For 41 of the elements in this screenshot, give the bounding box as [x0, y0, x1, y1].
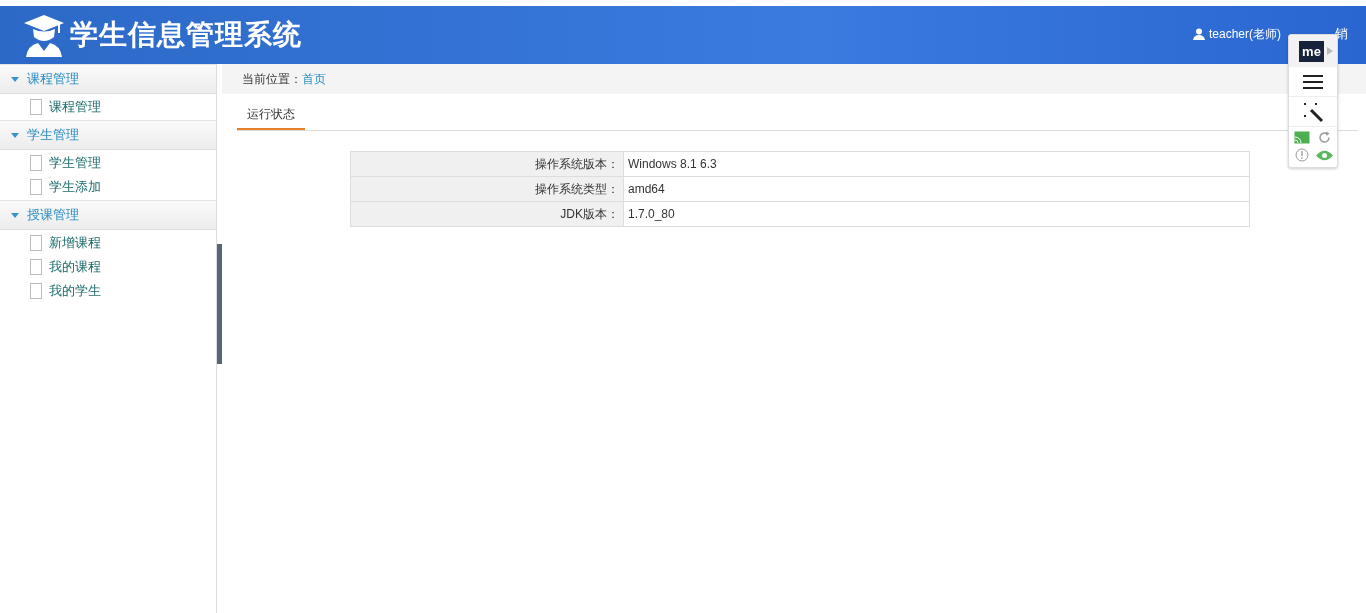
- cast-icon[interactable]: [1294, 131, 1310, 144]
- tab[interactable]: 运行状态: [237, 100, 305, 130]
- table-cell: Windows 8.1 6.3: [623, 151, 1250, 177]
- table-cell: JDK版本：: [350, 201, 624, 227]
- eye-icon[interactable]: [1315, 149, 1333, 161]
- document-icon: [30, 235, 42, 251]
- magic-wand-icon[interactable]: [1302, 100, 1324, 123]
- table-cell: 1.7.0_80: [623, 201, 1250, 227]
- table-cell: 操作系统版本：: [350, 151, 624, 177]
- logout-link[interactable]: 销: [1335, 25, 1348, 43]
- table-cell: 操作系统类型：: [350, 176, 624, 202]
- refresh-icon[interactable]: [1317, 131, 1331, 144]
- sidebar-item[interactable]: 我的学生: [49, 282, 101, 300]
- user-name: teacher(老师): [1208, 25, 1281, 43]
- caret-icon: [11, 212, 19, 218]
- sidebar-item[interactable]: 新增课程: [49, 234, 101, 252]
- app-title: 学生信息管理系统: [70, 18, 302, 52]
- document-icon: [30, 99, 42, 115]
- play-icon[interactable]: [1326, 47, 1333, 55]
- breadcrumb-label: 当前位置：: [242, 70, 302, 88]
- sidebar-group[interactable]: 课程管理: [0, 64, 216, 94]
- breadcrumb-link[interactable]: 首页: [302, 70, 326, 88]
- sidebar-item[interactable]: 我的课程: [49, 258, 101, 276]
- sidebar-item[interactable]: 课程管理: [49, 98, 101, 116]
- document-icon: [30, 259, 42, 275]
- student-avatar-icon: [22, 13, 66, 57]
- caret-icon: [11, 132, 19, 138]
- extension-logo[interactable]: me: [1299, 40, 1324, 62]
- document-icon: [30, 179, 42, 195]
- document-icon: [30, 155, 42, 171]
- splitter-handle[interactable]: [217, 243, 222, 364]
- caret-icon: [11, 76, 19, 82]
- sidebar-item[interactable]: 学生管理: [49, 154, 101, 172]
- document-icon: [30, 283, 42, 299]
- alert-icon[interactable]: [1295, 148, 1309, 162]
- table-cell: amd64: [623, 176, 1250, 202]
- menu-icon[interactable]: [1303, 74, 1323, 89]
- sidebar-group[interactable]: 授课管理: [0, 200, 216, 230]
- user-icon: [1192, 28, 1205, 40]
- sidebar-item[interactable]: 学生添加: [49, 178, 101, 196]
- sidebar-group[interactable]: 学生管理: [0, 120, 216, 150]
